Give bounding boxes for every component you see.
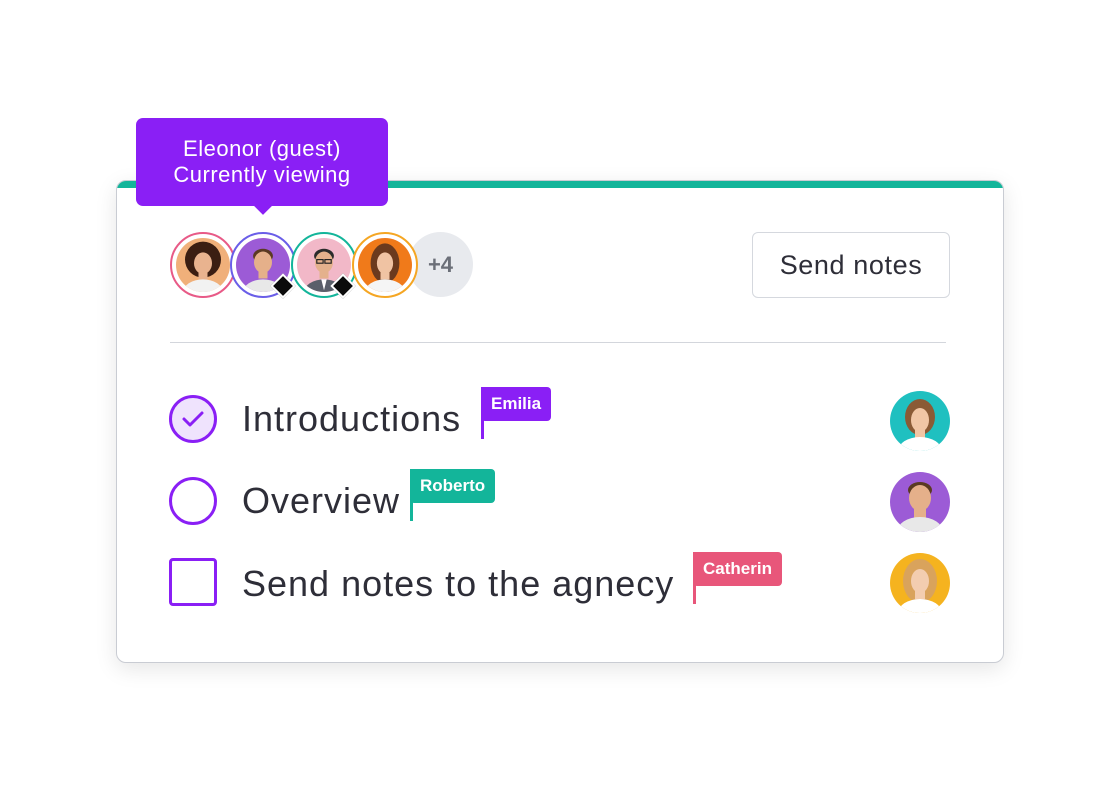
task-checkbox-send-notes[interactable]: [169, 558, 217, 606]
checkmark-icon: [182, 411, 204, 427]
task-label-overview: Overview: [242, 480, 401, 521]
task-checkbox-introductions[interactable]: [169, 395, 217, 443]
send-notes-button[interactable]: Send notes: [752, 232, 950, 298]
woman-yellow-bg-icon: [890, 553, 950, 613]
woman-orange-bg-icon: [358, 238, 412, 292]
owner-tag: Roberto: [410, 469, 496, 503]
task-assignee-avatar-1[interactable]: [890, 391, 950, 451]
tooltip-status: Currently viewing: [173, 162, 351, 187]
viewer-tooltip: Eleonor (guest) Currently viewing: [136, 118, 388, 206]
participant-avatar-1[interactable]: [170, 232, 236, 298]
task-label-introductions: Introductions: [242, 398, 462, 439]
owner-tag: Emilia: [481, 387, 552, 421]
woman-teal-bg-icon: [890, 391, 950, 451]
task-checkbox-overview[interactable]: [169, 477, 217, 525]
divider: [170, 342, 946, 343]
participant-avatar-4[interactable]: [352, 232, 418, 298]
task-assignee-avatar-2[interactable]: [890, 472, 950, 532]
woman-curly-hair-icon: [176, 238, 230, 292]
tooltip-name: Eleonor (guest): [183, 136, 341, 161]
task-assignee-avatar-3[interactable]: [890, 553, 950, 613]
man-purple-bg-icon: [890, 472, 950, 532]
owner-tag: Catherin: [693, 552, 782, 586]
task-label-send-notes: Send notes to the agnecy: [242, 563, 675, 604]
